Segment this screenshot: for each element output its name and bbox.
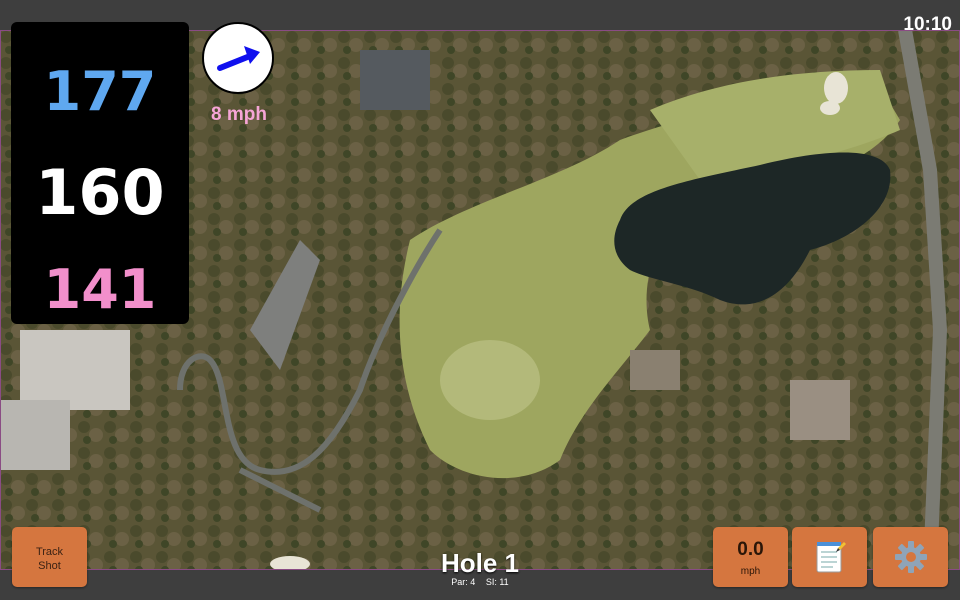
back-distance: 177	[43, 60, 157, 123]
settings-button[interactable]	[873, 527, 948, 587]
status-clock: 10:10	[903, 14, 952, 35]
wind-direction-arrow-icon	[217, 46, 260, 71]
notes-button[interactable]	[792, 527, 867, 587]
wind-speed-label: 8 mph	[211, 104, 267, 125]
notepad-icon	[816, 542, 846, 573]
speed-unit: mph	[740, 566, 761, 577]
speed-button[interactable]: 0.0 mph	[713, 527, 788, 587]
hole-par: Par: 4	[451, 577, 476, 587]
track-shot-button[interactable]: Track Shot	[12, 527, 87, 587]
hole-title: Hole 1	[440, 548, 520, 578]
hole-info: Par: 4 SI: 11	[380, 577, 580, 587]
speed-value: 0.0	[737, 539, 764, 560]
gear-icon	[894, 541, 927, 573]
track-shot-label: Track Shot	[35, 546, 64, 572]
distance-panel: 177 160 141	[11, 22, 189, 324]
wind-indicator	[202, 22, 274, 94]
middle-distance: 160	[35, 156, 165, 229]
front-distance: 141	[43, 258, 157, 321]
hole-stroke-index: SI: 11	[485, 577, 509, 587]
